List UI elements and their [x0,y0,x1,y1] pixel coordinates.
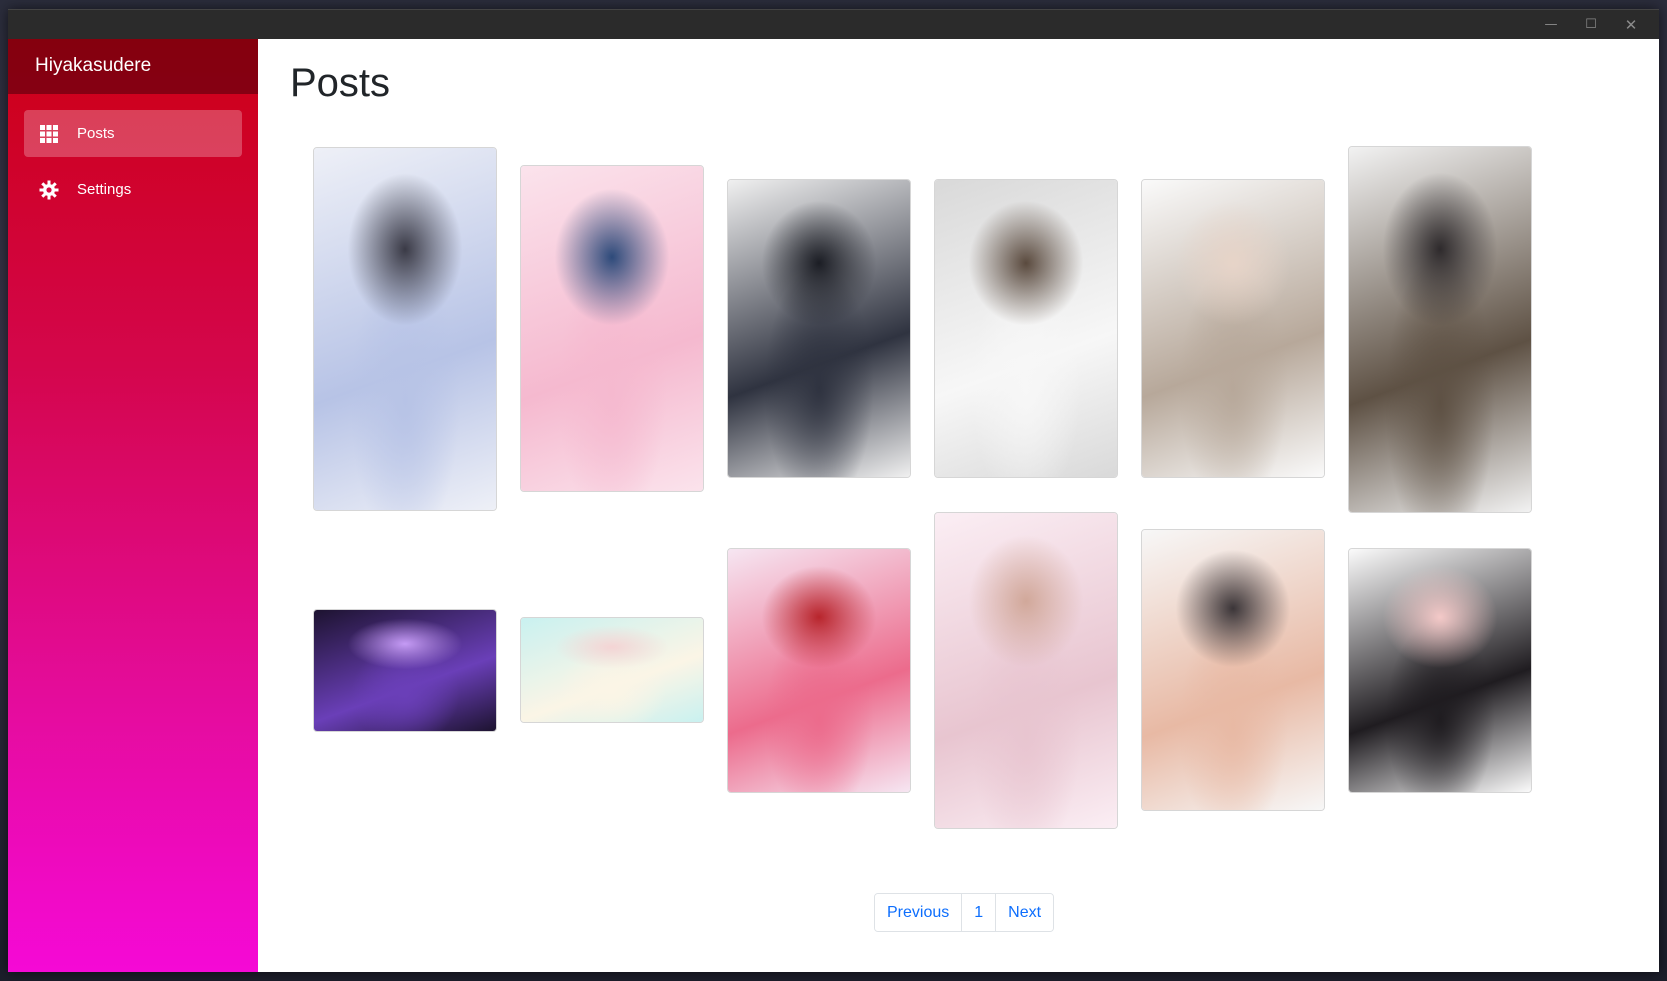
page-1-button[interactable]: 1 [961,894,996,931]
post-thumbnail[interactable] [520,165,704,492]
post-thumbnail[interactable] [727,179,911,478]
post-image [1142,180,1324,477]
grid-icon [40,124,58,143]
sidebar-item-posts[interactable]: Posts [24,110,242,157]
main-content: Posts Previous 1 Next [258,39,1659,972]
post-image [728,549,910,792]
post-image [314,610,496,731]
page-title: Posts [290,61,391,105]
sidebar-item-settings[interactable]: Settings [24,166,242,213]
post-image [521,166,703,491]
post-image [935,513,1117,828]
post-thumbnail[interactable] [1348,146,1532,513]
post-thumbnail[interactable] [520,617,704,723]
app-brand[interactable]: Hiyakasudere [8,39,258,94]
post-thumbnail[interactable] [313,609,497,732]
post-image [728,180,910,477]
close-icon[interactable]: ✕ [1611,10,1651,40]
pagination: Previous 1 Next [874,893,1055,932]
title-bar: — ☐ ✕ [8,9,1659,40]
next-page-button[interactable]: Next [995,894,1054,931]
sidebar-item-label: Settings [77,181,132,198]
minimize-icon[interactable]: — [1531,10,1571,40]
sidebar-item-label: Posts [77,125,115,142]
post-thumbnail[interactable] [1141,179,1325,478]
sidebar: Hiyakasudere Posts Settings [8,39,258,972]
post-thumbnail[interactable] [934,179,1118,478]
app-window: — ☐ ✕ Hiyakasudere Posts Settings Posts … [8,9,1659,972]
post-thumbnail[interactable] [727,548,911,793]
post-image [1349,549,1531,792]
post-thumbnail[interactable] [1141,529,1325,811]
post-image [314,148,496,510]
post-image [521,618,703,722]
post-thumbnail[interactable] [1348,548,1532,793]
maximize-icon[interactable]: ☐ [1571,10,1611,40]
post-thumbnail[interactable] [934,512,1118,829]
post-image [1142,530,1324,810]
post-image [1349,147,1531,512]
gear-icon [39,180,59,199]
sidebar-nav: Posts Settings [8,94,258,213]
post-thumbnail[interactable] [313,147,497,511]
previous-page-button[interactable]: Previous [875,894,962,931]
post-image [935,180,1117,477]
